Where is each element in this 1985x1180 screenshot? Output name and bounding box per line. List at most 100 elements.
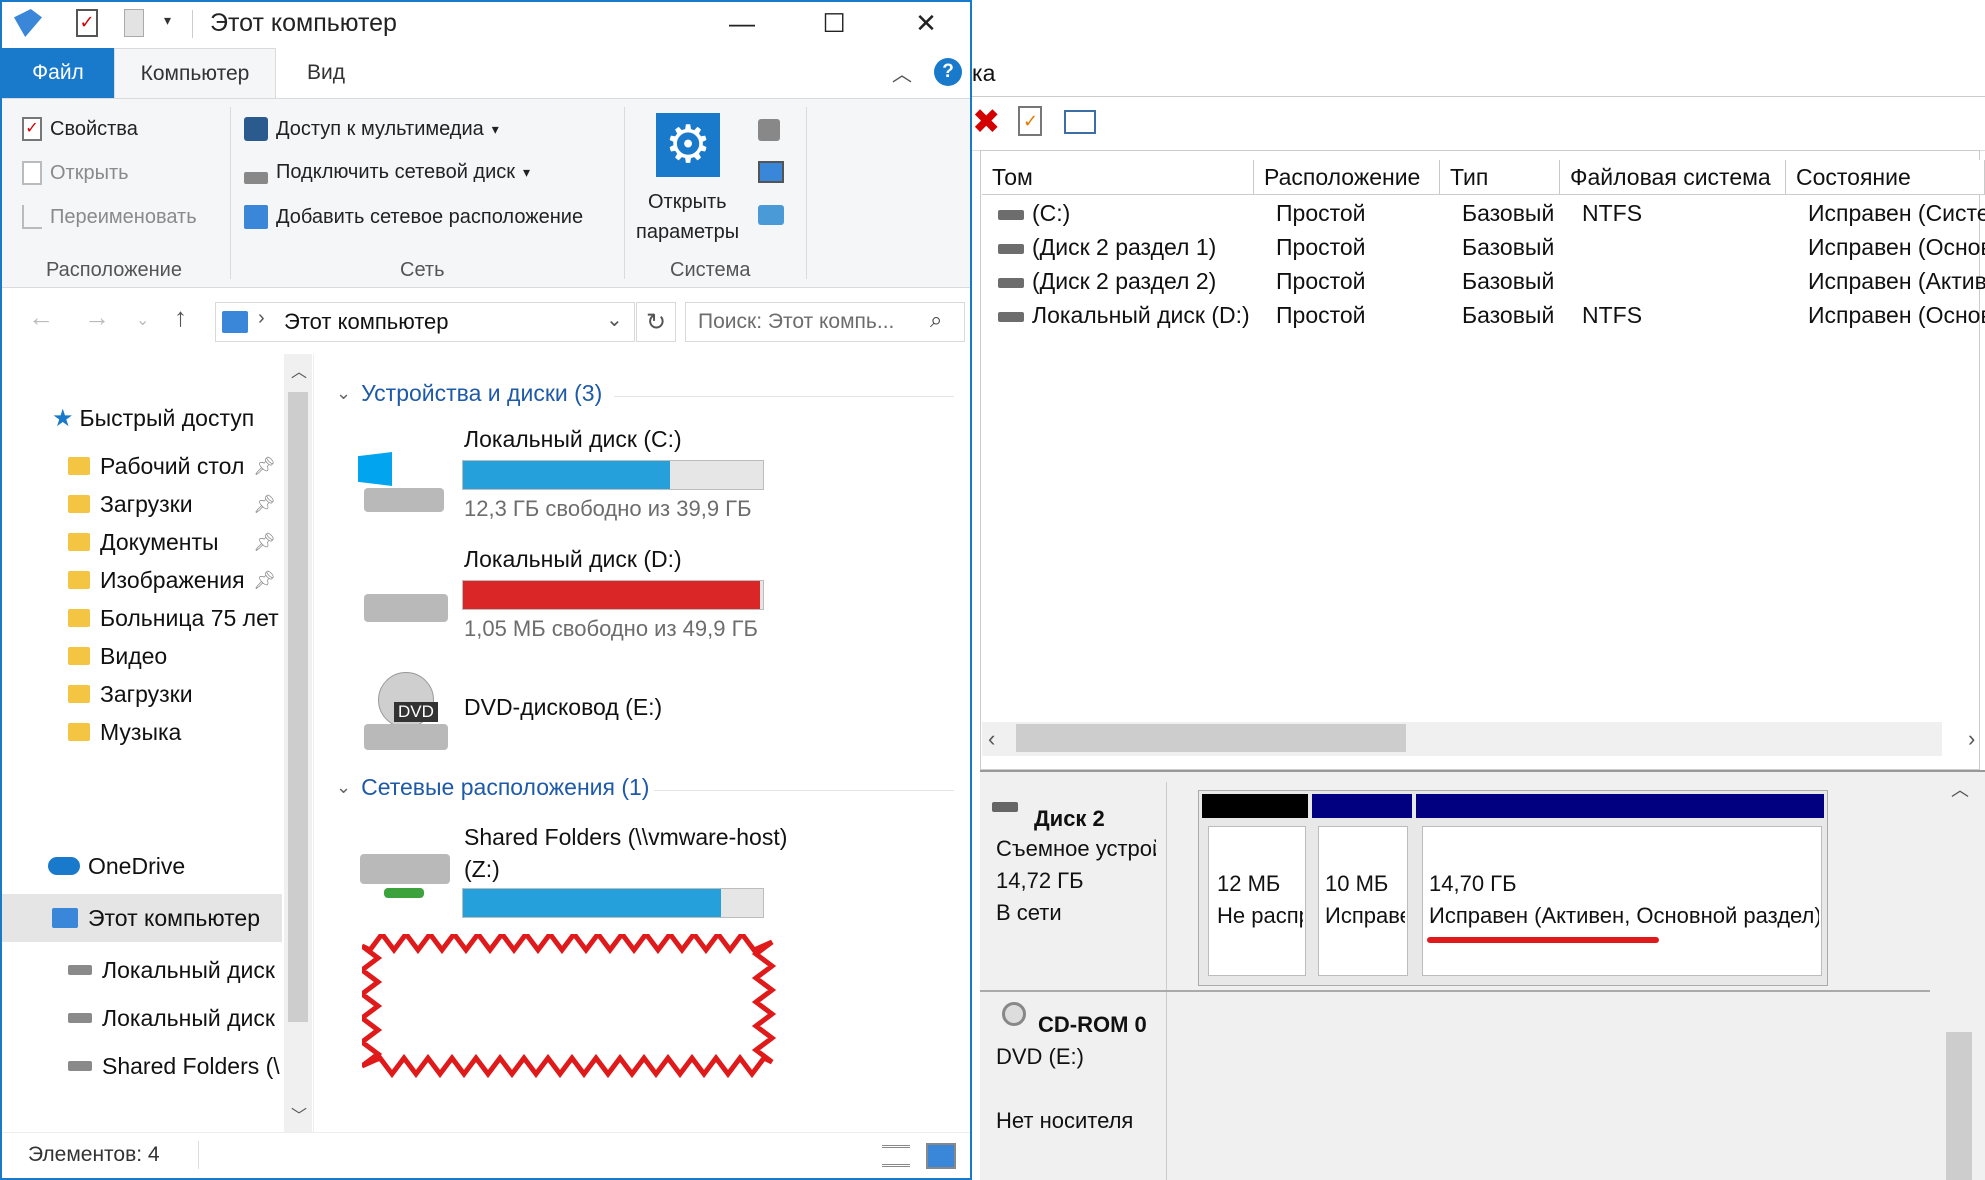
folder-icon — [68, 647, 90, 665]
nav-quick-access[interactable]: ★ Быстрый доступ — [2, 394, 282, 442]
properties-label: Свойства — [50, 117, 138, 140]
column-filesystem[interactable]: Файловая система — [1560, 160, 1786, 194]
scroll-up-icon[interactable]: ︿ — [1951, 776, 1969, 802]
map-drive-button[interactable]: Подключить сетевой диск ▾ — [244, 161, 530, 184]
maximize-button[interactable]: ☐ — [788, 2, 880, 44]
manage-icon[interactable] — [758, 205, 784, 225]
file-explorer-window: ✓ ▾ Этот компьютер — ☐ ✕ Файл Компьютер … — [0, 0, 972, 1180]
tab-view[interactable]: Вид — [276, 48, 376, 98]
recent-locations-icon[interactable]: ⌄ — [136, 310, 149, 330]
column-layout[interactable]: Расположение — [1254, 160, 1440, 194]
add-location-label: Добавить сетевое расположение — [276, 205, 584, 228]
up-arrow-icon[interactable]: ↑ — [174, 302, 187, 333]
pin-icon[interactable]: 📌︎ — [253, 570, 276, 591]
search-input[interactable]: Поиск: Этот компь... ⌕ — [685, 302, 965, 342]
customize-quick-access-icon[interactable]: ▾ — [164, 12, 171, 29]
cloud-icon — [48, 857, 80, 875]
nav-onedrive[interactable]: OneDrive — [2, 842, 282, 890]
pin-icon[interactable]: 📌︎ — [253, 532, 276, 553]
back-arrow-icon[interactable]: ← — [28, 302, 54, 333]
large-icons-view-icon[interactable] — [926, 1143, 956, 1169]
column-status[interactable]: Состояние — [1786, 160, 1985, 194]
status-bar: Элементов: 4 — [2, 1132, 970, 1178]
nav-item[interactable]: Музыка — [2, 708, 282, 756]
network-drive-name-2[interactable]: (Z:) — [464, 856, 500, 883]
horizontal-scrollbar[interactable]: ‹ › — [982, 722, 1975, 756]
usage-fill — [463, 581, 760, 609]
media-access-button[interactable]: Доступ к мультимедиа ▾ — [244, 117, 499, 141]
tab-computer[interactable]: Компьютер — [114, 48, 276, 99]
system-properties-icon[interactable] — [758, 161, 784, 183]
pin-icon[interactable]: 📌︎ — [253, 456, 276, 477]
volume-row[interactable]: (Диск 2 раздел 2) Простой Базовый Исправен … — [984, 268, 1985, 302]
properties-button[interactable]: ✓ Свойства — [22, 117, 138, 141]
section-network[interactable]: ⌄ Сетевые расположения (1) — [336, 774, 649, 801]
nav-label: Больница 75 лет — [100, 604, 279, 631]
forward-arrow-icon[interactable]: → — [84, 302, 110, 333]
group-location-label: Расположение — [46, 259, 182, 281]
add-location-button[interactable]: Добавить сетевое расположение — [244, 205, 583, 229]
delete-icon[interactable]: ✖ — [972, 105, 1001, 139]
rename-button[interactable]: Переименовать — [22, 205, 197, 229]
section-devices[interactable]: ⌄ Устройства и диски (3) — [336, 380, 602, 407]
rename-icon — [22, 205, 42, 229]
network-drive-name-1[interactable]: Shared Folders (\\vmware-host) — [464, 824, 787, 851]
drive-d-name[interactable]: Локальный диск (D:) — [464, 546, 682, 573]
dvd-drive-name[interactable]: DVD-дисковод (E:) — [464, 694, 662, 721]
volume-row[interactable]: Локальный диск (D:) Простой Базовый NTFS Исп… — [984, 302, 1985, 336]
properties-icon[interactable]: ✓ — [1018, 106, 1042, 136]
column-type[interactable]: Тип — [1440, 160, 1560, 194]
collapse-ribbon-icon[interactable]: ︿ — [892, 58, 912, 87]
partition-unallocated[interactable]: 12 МБ Не распределена — [1208, 826, 1306, 976]
help-icon[interactable]: ? — [934, 58, 962, 86]
computer-icon — [52, 908, 78, 928]
drive-d-icon[interactable] — [364, 594, 448, 622]
window-title-fragment: ка — [972, 60, 996, 86]
scroll-thumb[interactable] — [288, 392, 308, 1022]
pin-icon[interactable]: 📌︎ — [253, 494, 276, 515]
scroll-right-icon[interactable]: › — [1968, 726, 1975, 752]
nav-scrollbar[interactable]: ︿ ﹀ — [284, 354, 312, 1132]
scroll-thumb[interactable] — [1946, 1032, 1972, 1180]
partition-size: 12 МБ — [1217, 871, 1281, 896]
volume-cell: Базовый — [1462, 302, 1574, 329]
partition2-header — [1416, 794, 1824, 818]
dvd-drive-icon[interactable]: DVD — [364, 672, 448, 750]
refresh-icon[interactable]: ↻ — [636, 302, 676, 342]
open-settings-button[interactable]: ⚙ Открыть параметры — [634, 113, 750, 243]
nav-label: Быстрый доступ — [79, 404, 255, 431]
tab-file[interactable]: Файл — [2, 48, 114, 98]
partition-1[interactable]: 10 МБ Исправен — [1318, 826, 1408, 976]
new-folder-quick-icon[interactable] — [124, 9, 144, 37]
column-volume[interactable]: Том — [982, 160, 1254, 194]
minimize-button[interactable]: — — [696, 2, 788, 44]
section-title: Устройства и диски (3) — [361, 380, 603, 406]
partition-2[interactable]: 14,70 ГБ Исправен (Активен, Основной разд… — [1422, 826, 1822, 976]
volume-row[interactable]: (Диск 2 раздел 1) Простой Базовый Исправен … — [984, 234, 1985, 268]
uninstall-program-icon[interactable] — [758, 119, 780, 141]
nav-pc-item[interactable]: Локальный диск — [2, 994, 282, 1042]
drive-c-icon[interactable] — [358, 452, 444, 512]
details-view-icon[interactable] — [882, 1145, 910, 1167]
address-dropdown-icon[interactable]: ⌄ — [606, 307, 623, 332]
open-button[interactable]: Открыть — [22, 161, 129, 185]
vertical-scrollbar[interactable]: ︿ — [1942, 772, 1976, 1180]
network-drive-icon[interactable] — [360, 854, 450, 904]
navigation-pane: ★ Быстрый доступ Рабочий стол 📌︎ Загрузки 📌︎… — [2, 354, 314, 1132]
scroll-up-icon[interactable]: ︿ — [291, 358, 307, 382]
nav-this-pc[interactable]: Этот компьютер — [2, 894, 282, 942]
drive-c-name[interactable]: Локальный диск (C:) — [464, 426, 682, 453]
scroll-down-icon[interactable]: ﹀ — [291, 1102, 307, 1126]
nav-pc-item[interactable]: Локальный диск — [2, 946, 282, 994]
help-list-icon[interactable] — [1064, 110, 1096, 134]
scroll-left-icon[interactable]: ‹ — [988, 726, 995, 752]
folder-icon — [68, 685, 90, 703]
address-bar[interactable]: › Этот компьютер ⌄ — [215, 302, 635, 342]
scroll-thumb[interactable] — [1016, 724, 1406, 752]
properties-quick-icon[interactable]: ✓ — [76, 9, 98, 37]
drive-c-usage-bar — [462, 460, 764, 490]
nav-label: Документы — [100, 528, 219, 555]
nav-pc-item[interactable]: Shared Folders (\ — [2, 1042, 282, 1090]
volume-row[interactable]: (C:) Простой Базовый NTFS Исправен (Системны… — [984, 200, 1985, 234]
close-button[interactable]: ✕ — [880, 2, 970, 44]
